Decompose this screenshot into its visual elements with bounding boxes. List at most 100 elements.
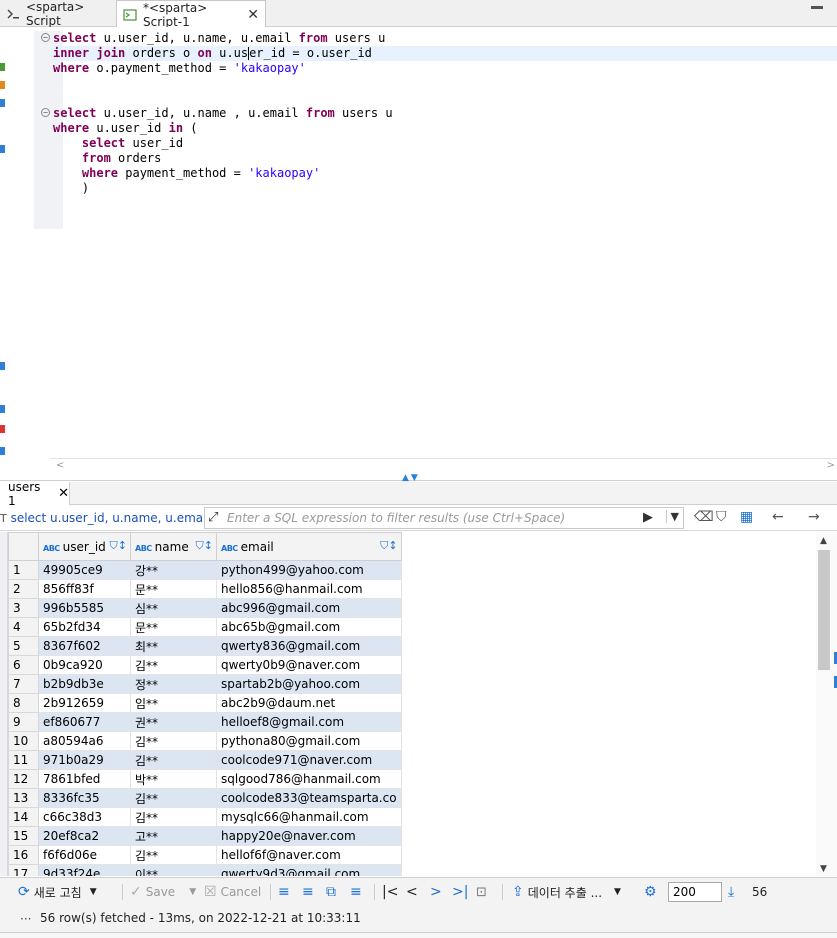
cell-email[interactable]: python499@yahoo.com bbox=[216, 560, 402, 580]
row-number[interactable]: 15 bbox=[8, 826, 39, 846]
last-page-icon[interactable]: >| bbox=[452, 883, 468, 901]
cell-user-id[interactable]: 856ff83f bbox=[38, 579, 131, 599]
panel-icon[interactable] bbox=[0, 447, 5, 455]
info-icon[interactable] bbox=[0, 99, 5, 107]
code-line[interactable]: where u.user_id in ( bbox=[53, 121, 837, 136]
add-icon[interactable] bbox=[0, 63, 5, 71]
edit-row-icon[interactable]: ≡ bbox=[278, 883, 290, 901]
chevron-down-icon[interactable]: ▼ bbox=[189, 887, 196, 897]
sort-filter-icon[interactable]: ⛉↕ bbox=[380, 539, 397, 553]
code-line[interactable]: ) bbox=[53, 181, 837, 196]
export-data-button[interactable]: ⇪ 데이터 추출 ... ▼ bbox=[512, 883, 621, 901]
row-number[interactable]: 13 bbox=[8, 788, 39, 808]
table-row[interactable]: 16 f6f6d06e 김** hellof6f@naver.com bbox=[8, 845, 402, 865]
table-row[interactable]: 5 8367f602 최** qwerty836@gmail.com bbox=[8, 636, 402, 656]
row-number[interactable]: 9 bbox=[8, 712, 39, 732]
fold-toggle-icon[interactable]: − bbox=[41, 33, 50, 42]
table-row[interactable]: 3 996b5585 심** abc996@gmail.com bbox=[8, 598, 402, 618]
sql-code[interactable]: − select u.user_id, u.name, u.email from … bbox=[41, 31, 837, 196]
cell-email[interactable]: coolcode971@naver.com bbox=[216, 750, 402, 770]
error-icon[interactable] bbox=[0, 425, 5, 433]
cell-name[interactable]: 이** bbox=[130, 864, 217, 876]
scroll-right-icon[interactable]: > bbox=[827, 460, 835, 471]
cell-user-id[interactable]: ef860677 bbox=[38, 712, 131, 732]
cell-email[interactable]: abc65b@gmail.com bbox=[216, 617, 402, 637]
table-row[interactable]: 9 ef860677 권** helloef8@gmail.com bbox=[8, 712, 402, 732]
row-number[interactable]: 3 bbox=[8, 598, 39, 618]
cell-name[interactable]: 김** bbox=[130, 731, 217, 751]
filter-history-icon[interactable]: ▼ bbox=[665, 510, 679, 523]
cell-email[interactable]: hello856@hanmail.com bbox=[216, 579, 402, 599]
link-icon[interactable] bbox=[0, 362, 5, 370]
cell-user-id[interactable]: 49905ce9 bbox=[38, 560, 131, 580]
cell-user-id[interactable]: a80594a6 bbox=[38, 731, 131, 751]
column-header-email[interactable]: ABC email ⛉↕ bbox=[216, 532, 402, 561]
cell-user-id[interactable]: 20ef8ca2 bbox=[38, 826, 131, 846]
clear-filter-icon[interactable]: ⌫ bbox=[694, 509, 714, 525]
gear-icon[interactable]: ⚙ bbox=[644, 883, 657, 901]
row-number[interactable]: 12 bbox=[8, 769, 39, 789]
table-row[interactable]: 6 0b9ca920 김** qwerty0b9@naver.com bbox=[8, 655, 402, 675]
cell-name[interactable]: 김** bbox=[130, 655, 217, 675]
next-page-icon[interactable]: > bbox=[430, 883, 442, 901]
cell-user-id[interactable]: 65b2fd34 bbox=[38, 617, 131, 637]
save-button[interactable]: ✓ Save ▼ bbox=[130, 883, 196, 901]
grid-icon[interactable] bbox=[0, 145, 5, 153]
table-row[interactable]: 13 8336fc35 김** coolcode833@teamsparta.co bbox=[8, 788, 402, 808]
previous-page-icon[interactable]: < bbox=[406, 883, 418, 901]
grid-vertical-scrollbar[interactable]: ▲ ▼ bbox=[816, 532, 837, 876]
table-row[interactable]: 7 b2b9db3e 정** spartab2b@yahoo.com bbox=[8, 674, 402, 694]
cell-name[interactable]: 김** bbox=[130, 750, 217, 770]
table-row[interactable]: 15 20ef8ca2 고** happy20e@naver.com bbox=[8, 826, 402, 846]
fetch-size-input[interactable] bbox=[668, 882, 722, 902]
cell-user-id[interactable]: 971b0a29 bbox=[38, 750, 131, 770]
code-line[interactable]: − select u.user_id, u.name , u.email from… bbox=[41, 106, 837, 121]
cell-name[interactable]: 고** bbox=[130, 826, 217, 846]
column-header-name[interactable]: ABC name ⛉↕ bbox=[130, 532, 217, 561]
scroll-up-icon[interactable]: ▲ bbox=[820, 536, 827, 546]
apply-filter-icon[interactable]: ▶ bbox=[643, 510, 653, 525]
row-number[interactable]: 6 bbox=[8, 655, 39, 675]
cell-name[interactable]: 김** bbox=[130, 788, 217, 808]
code-line[interactable] bbox=[53, 91, 837, 106]
table-row[interactable]: 11 971b0a29 김** coolcode971@naver.com bbox=[8, 750, 402, 770]
scroll-left-icon[interactable]: < bbox=[56, 460, 64, 471]
cell-user-id[interactable]: 8336fc35 bbox=[38, 788, 131, 808]
expand-icon[interactable]: ⤢ bbox=[208, 510, 218, 525]
cell-email[interactable]: abc2b9@daum.net bbox=[216, 693, 402, 713]
cell-name[interactable]: 권** bbox=[130, 712, 217, 732]
filter-input-box[interactable]: ⤢ ▶ ▼ bbox=[204, 507, 684, 529]
row-number[interactable]: 14 bbox=[8, 807, 39, 827]
column-header-user-id[interactable]: ABC user_id ⛉↕ bbox=[38, 532, 131, 561]
row-number[interactable]: 16 bbox=[8, 845, 39, 865]
cell-email[interactable]: qwerty9d3@gmail.com bbox=[216, 864, 402, 876]
sort-filter-icon[interactable]: ⛉↕ bbox=[110, 539, 127, 553]
cell-user-id[interactable]: 7861bfed bbox=[38, 769, 131, 789]
add-row-icon[interactable]: ≡ bbox=[302, 883, 314, 901]
cell-email[interactable]: abc996@gmail.com bbox=[216, 598, 402, 618]
close-icon[interactable]: ✕ bbox=[247, 7, 259, 23]
row-number[interactable]: 7 bbox=[8, 674, 39, 694]
cell-email[interactable]: qwerty0b9@naver.com bbox=[216, 655, 402, 675]
code-line[interactable]: where payment_method = 'kakaopay' bbox=[53, 166, 837, 181]
cell-email[interactable]: helloef8@gmail.com bbox=[216, 712, 402, 732]
sql-editor[interactable]: − select u.user_id, u.name, u.email from … bbox=[22, 27, 837, 457]
cell-email[interactable]: mysqlc66@hanmail.com bbox=[216, 807, 402, 827]
cell-email[interactable]: hellof6f@naver.com bbox=[216, 845, 402, 865]
row-number[interactable]: 8 bbox=[8, 693, 39, 713]
cell-user-id[interactable]: b2b9db3e bbox=[38, 674, 131, 694]
filter-input[interactable] bbox=[227, 509, 637, 527]
scroll-down-icon[interactable]: ▼ bbox=[820, 864, 827, 874]
cell-email[interactable]: coolcode833@teamsparta.co bbox=[216, 788, 402, 808]
sort-filter-icon[interactable]: ⛉↕ bbox=[196, 539, 213, 553]
row-number[interactable]: 4 bbox=[8, 617, 39, 637]
code-line[interactable]: from orders bbox=[53, 151, 837, 166]
cell-user-id[interactable]: 2b912659 bbox=[38, 693, 131, 713]
refresh-button[interactable]: ⟳ 새로 고침 ▼ bbox=[18, 883, 97, 901]
delete-row-icon[interactable]: ≡ bbox=[350, 883, 362, 901]
back-icon[interactable]: ← bbox=[772, 509, 784, 525]
cell-user-id[interactable]: c66c38d3 bbox=[38, 807, 131, 827]
tab-results[interactable]: users 1 ✕ bbox=[0, 480, 70, 508]
editor-results-splitter[interactable]: ▲▼ bbox=[0, 473, 837, 483]
row-number[interactable]: 11 bbox=[8, 750, 39, 770]
